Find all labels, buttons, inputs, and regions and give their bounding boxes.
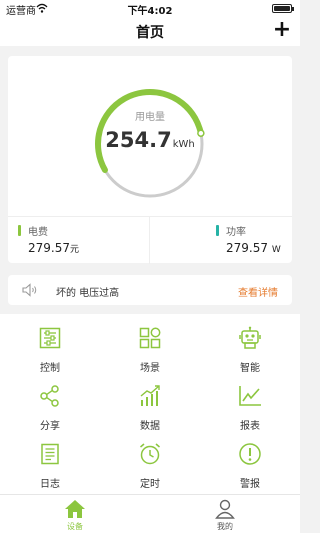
- user-icon: [215, 499, 235, 519]
- tab-bar: 设备 我的: [0, 494, 300, 533]
- data-chart-icon: [140, 385, 160, 406]
- menu-label: 定时: [140, 479, 160, 490]
- alarm-clock-icon: [140, 443, 160, 465]
- cost-indicator: [18, 225, 21, 236]
- menu-label: 分享: [40, 421, 60, 432]
- cost-label: 电费: [28, 227, 48, 238]
- power-stat: 功率 279.57 W: [150, 217, 292, 264]
- menu-label: 数据: [140, 421, 160, 432]
- energy-value: 254.7kWh: [8, 128, 292, 152]
- view-details-link[interactable]: 查看详情: [238, 284, 278, 299]
- menu-item-data[interactable]: 数据: [100, 378, 200, 436]
- menu-label: 报表: [240, 421, 260, 432]
- battery-icon: [272, 4, 294, 13]
- scenes-icon: [139, 327, 161, 349]
- menu-item-timer[interactable]: 定时: [100, 436, 200, 494]
- alert-message: 坏的 电压过高: [56, 288, 120, 299]
- menu-label: 智能: [240, 363, 260, 374]
- menu-label: 场景: [140, 363, 160, 374]
- sliders-icon: [39, 327, 61, 349]
- alert-bar[interactable]: 坏的 电压过高 查看详情: [8, 275, 292, 305]
- cost-stat: 电费 279.57元: [8, 217, 150, 264]
- nav-bar: 首页 +: [0, 16, 300, 46]
- energy-label: 用电量: [135, 112, 165, 123]
- menu-item-control[interactable]: 控制: [0, 320, 100, 378]
- robot-icon: [239, 326, 261, 349]
- power-value: 279.57 W: [226, 241, 281, 255]
- energy-card: 用电量 254.7kWh 电费 279.57元 功率 279.57 W: [8, 56, 292, 264]
- tab-devices-label: 设备: [67, 522, 83, 531]
- function-grid: 控制 场景 智能 分享 数据 报表 日志 定时 警报: [0, 314, 300, 494]
- page-title: 首页: [136, 25, 164, 41]
- menu-item-scenes[interactable]: 场景: [100, 320, 200, 378]
- cost-value: 279.57元: [28, 241, 80, 255]
- alert-icon: [239, 443, 261, 465]
- tab-mine[interactable]: 我的: [150, 495, 300, 533]
- cost-unit: 元: [70, 245, 80, 255]
- menu-item-share[interactable]: 分享: [0, 378, 100, 436]
- home-icon: [65, 500, 85, 518]
- power-indicator: [216, 225, 219, 236]
- stats-row: 电费 279.57元 功率 279.57 W: [8, 216, 292, 264]
- energy-number: 254.7: [105, 128, 172, 152]
- menu-label: 日志: [40, 479, 60, 490]
- menu-item-report[interactable]: 报表: [200, 378, 300, 436]
- menu-item-smart[interactable]: 智能: [200, 320, 300, 378]
- report-icon: [239, 386, 261, 406]
- power-label: 功率: [226, 227, 246, 238]
- menu-label: 控制: [40, 363, 60, 374]
- add-button[interactable]: +: [270, 18, 294, 42]
- share-icon: [40, 385, 59, 407]
- menu-item-log[interactable]: 日志: [0, 436, 100, 494]
- status-time: 下午4:02: [127, 6, 173, 17]
- tab-devices[interactable]: 设备: [0, 495, 150, 533]
- menu-label: 警报: [240, 479, 260, 490]
- speaker-icon: [22, 283, 37, 297]
- power-unit: W: [271, 245, 281, 255]
- log-icon: [41, 443, 59, 465]
- status-bar: 运营商 下午4:02: [0, 0, 300, 17]
- energy-unit: kWh: [172, 139, 195, 150]
- menu-item-alert[interactable]: 警报: [200, 436, 300, 494]
- tab-mine-label: 我的: [217, 522, 233, 531]
